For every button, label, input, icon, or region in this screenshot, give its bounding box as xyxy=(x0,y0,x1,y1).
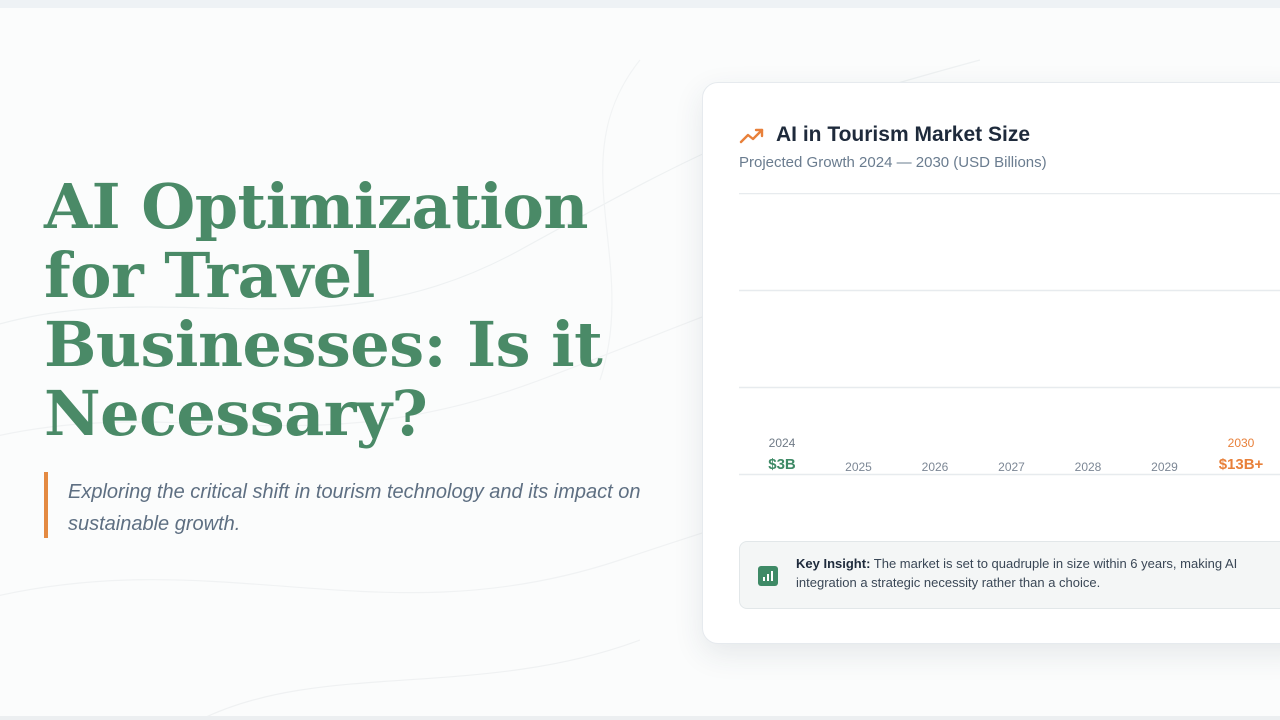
bar-chart-icon xyxy=(758,566,778,586)
chart-x-tick-label: 2025 xyxy=(845,460,872,474)
card-header: AI in Tourism Market Size xyxy=(739,121,1280,151)
subtitle-block: Exploring the critical shift in tourism … xyxy=(44,472,664,538)
chart-x-tick-label: 2028 xyxy=(1075,460,1102,474)
bottom-strip xyxy=(0,716,1280,720)
key-insight-box: Key Insight: The market is set to quadru… xyxy=(739,541,1280,609)
chart-x-tick-label: 2024 xyxy=(769,436,796,450)
chart-data-label: $13B+ xyxy=(1219,456,1264,473)
card-subtitle: Projected Growth 2024 — 2030 (USD Billio… xyxy=(739,154,1047,171)
market-size-card: AI in Tourism Market Size Projected Grow… xyxy=(702,82,1280,644)
trending-up-icon xyxy=(739,128,764,144)
chart-data-label: $3B xyxy=(768,456,796,473)
card-title: AI in Tourism Market Size xyxy=(776,123,1030,146)
page-title: AI Optimization for Travel Businesses: I… xyxy=(44,170,603,450)
chart-x-tick-label: 2027 xyxy=(998,460,1025,474)
key-insight-label: Key Insight: xyxy=(796,556,871,571)
chart-x-tick-label: 2030 xyxy=(1228,436,1255,450)
chart-x-tick-label: 2029 xyxy=(1151,460,1178,474)
subtitle-accent-bar xyxy=(44,472,48,538)
market-size-chart: 2024 $3B 2025 2026 2027 2028 2029 2030 $13B+ xyxy=(739,193,1280,476)
page-subtitle: Exploring the critical shift in tourism … xyxy=(68,481,641,535)
key-insight-text: Key Insight: The market is set to quadru… xyxy=(796,554,1276,592)
chart-x-tick-label: 2026 xyxy=(922,460,949,474)
